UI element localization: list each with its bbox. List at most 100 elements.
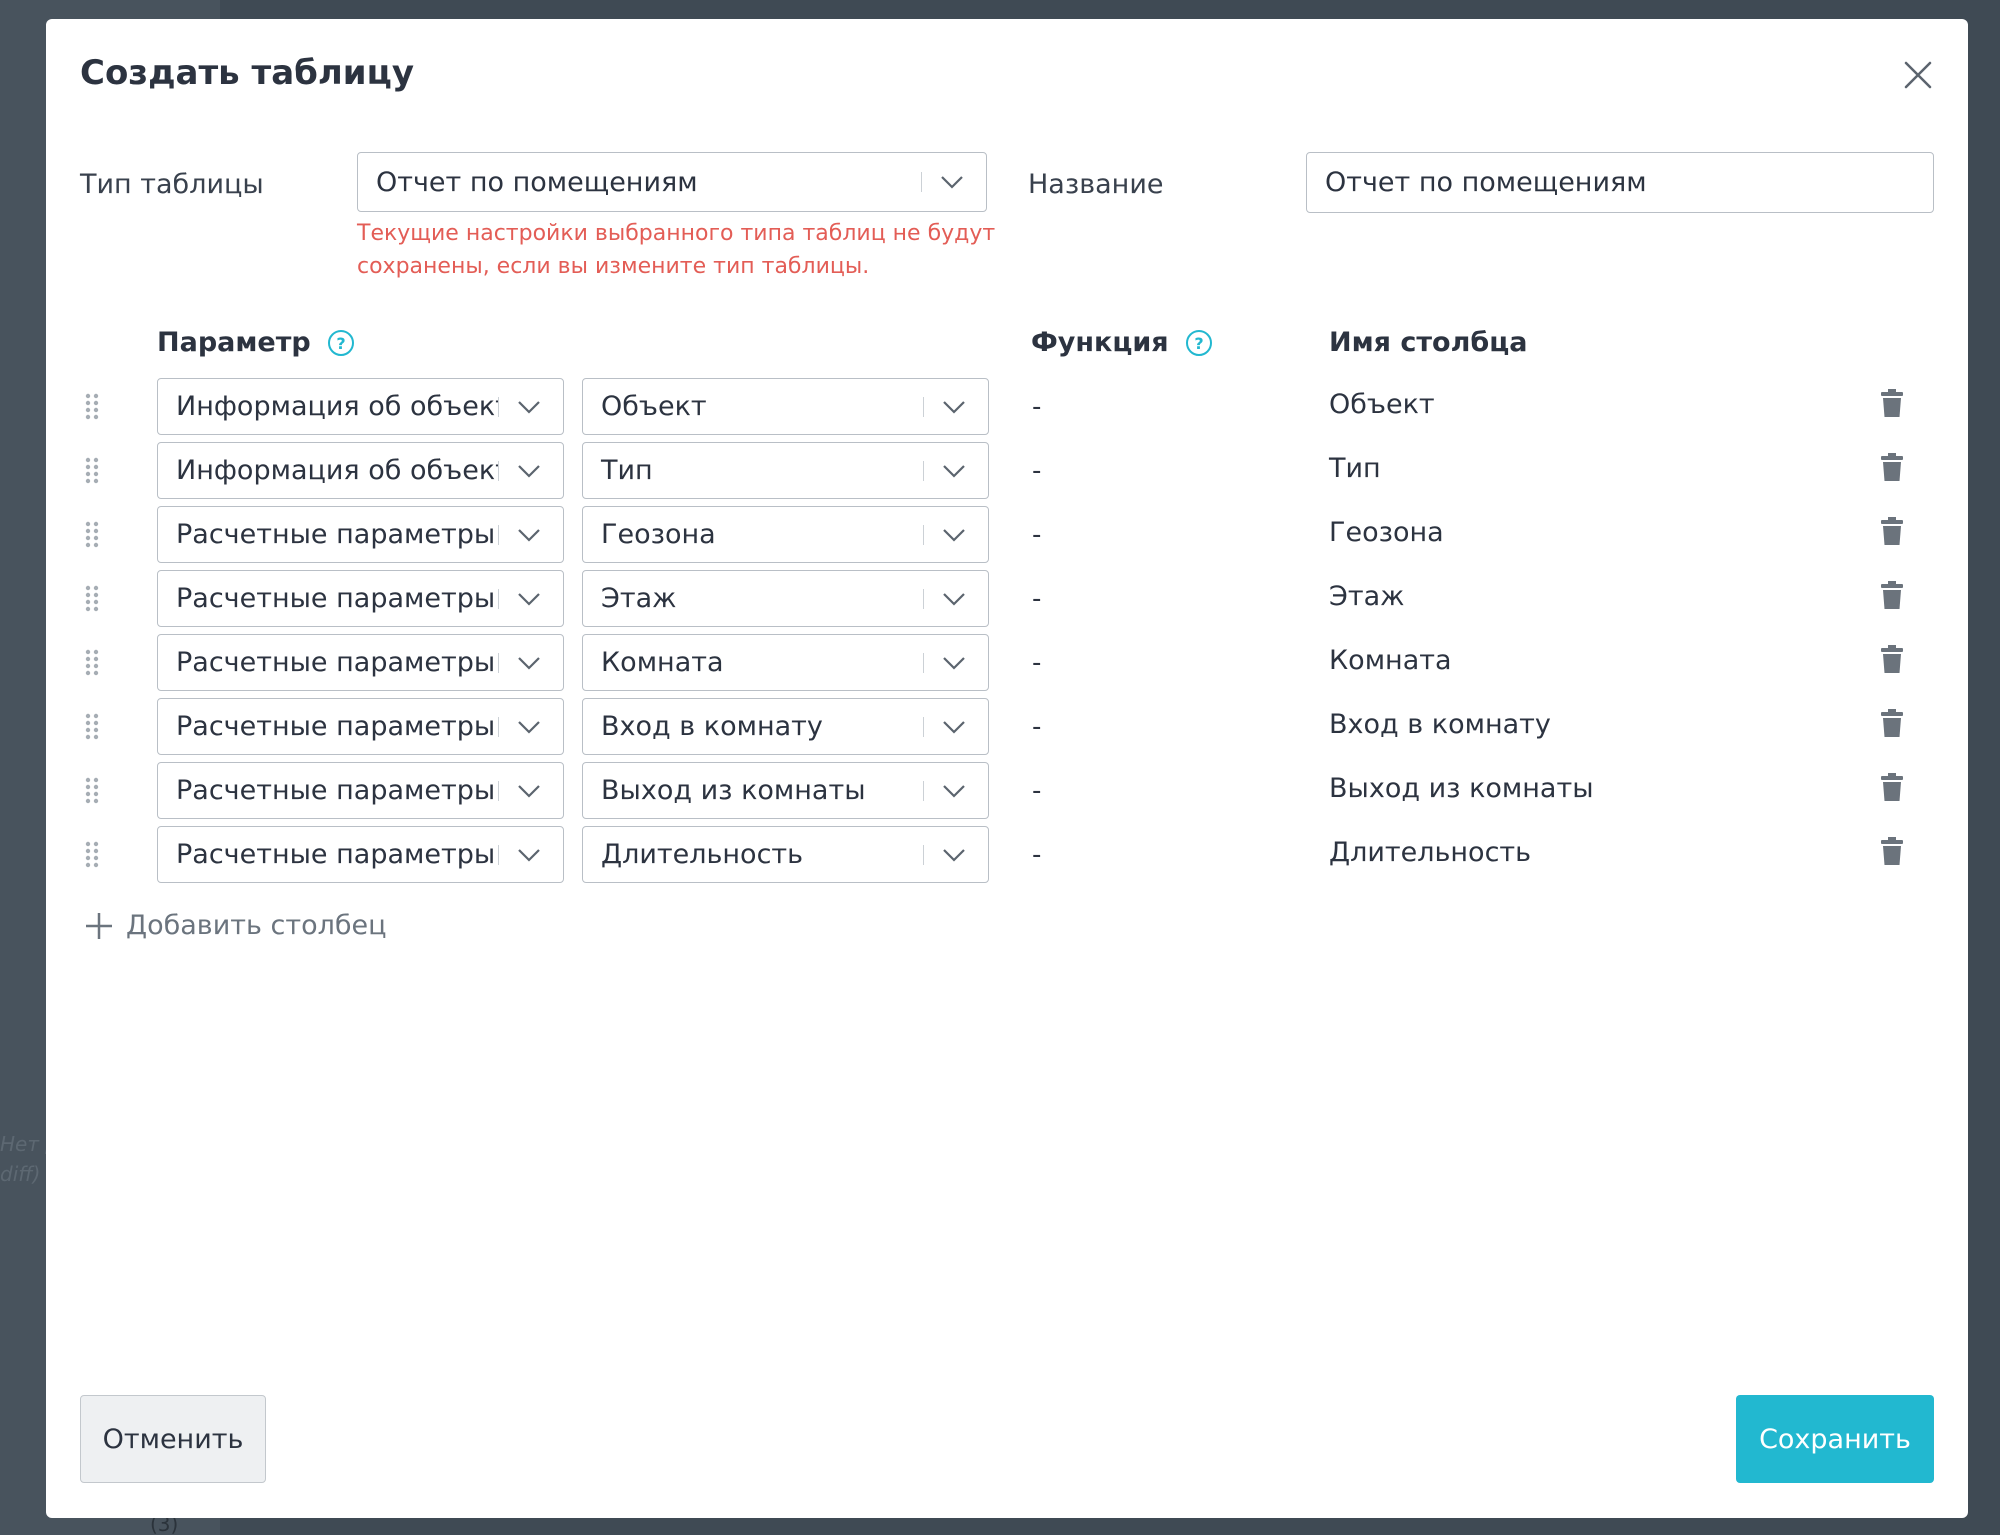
chevron-down-icon <box>943 656 965 670</box>
svg-text:?: ? <box>336 334 345 353</box>
trash-icon[interactable] <box>1880 388 1904 418</box>
table-type-value: Отчет по помещениям <box>376 166 698 198</box>
add-column-label: Добавить столбец <box>126 910 387 941</box>
function-value: - <box>1032 840 1042 870</box>
select-separator <box>923 716 924 737</box>
parameter-value: Длительность <box>601 839 804 870</box>
select-separator <box>923 524 924 545</box>
drag-handle-icon[interactable] <box>84 648 100 676</box>
select-separator <box>498 396 499 417</box>
parameter-group-select[interactable]: Расчетные параметры <box>157 506 564 563</box>
chevron-down-icon <box>943 528 965 542</box>
column-name-value: Длительность <box>1329 837 1532 868</box>
trash-icon[interactable] <box>1880 772 1904 802</box>
parameter-group-value: Информация об объект <box>176 455 498 486</box>
column-name-value: Геозона <box>1329 517 1444 548</box>
parameter-value: Комната <box>601 647 724 678</box>
drag-handle-icon[interactable] <box>84 392 100 420</box>
chevron-down-icon <box>943 784 965 798</box>
parameter-group-value: Расчетные параметры <box>176 519 496 550</box>
help-icon[interactable]: ? <box>327 329 355 357</box>
column-name-value: Этаж <box>1329 581 1405 612</box>
table-type-label: Тип таблицы <box>80 169 264 200</box>
column-name-value: Комната <box>1329 645 1452 676</box>
trash-icon[interactable] <box>1880 580 1904 610</box>
trash-icon[interactable] <box>1880 644 1904 674</box>
chevron-down-icon <box>941 176 963 189</box>
parameter-select[interactable]: Тип <box>582 442 989 499</box>
chevron-down-icon <box>943 592 965 606</box>
select-separator <box>923 844 924 865</box>
svg-text:?: ? <box>1194 334 1203 353</box>
parameter-group-select[interactable]: Расчетные параметры <box>157 634 564 691</box>
chevron-down-icon <box>518 592 540 606</box>
parameter-group-select[interactable]: Информация об объект <box>157 378 564 435</box>
drag-handle-icon[interactable] <box>84 520 100 548</box>
function-header: Функция ? <box>1031 327 1213 358</box>
parameter-group-value: Расчетные параметры <box>176 583 496 614</box>
select-separator <box>498 460 499 481</box>
cancel-button[interactable]: Отменить <box>80 1395 266 1483</box>
drag-handle-icon[interactable] <box>84 840 100 868</box>
column-name-value: Выход из комнаты <box>1329 773 1594 804</box>
parameter-header-label: Параметр <box>157 327 311 358</box>
parameter-group-value: Расчетные параметры <box>176 775 496 806</box>
parameter-select[interactable]: Выход из комнаты <box>582 762 989 819</box>
parameter-select[interactable]: Вход в комнату <box>582 698 989 755</box>
drag-handle-icon[interactable] <box>84 456 100 484</box>
save-button[interactable]: Сохранить <box>1736 1395 1934 1483</box>
parameter-value: Этаж <box>601 583 677 614</box>
select-separator <box>498 716 499 737</box>
parameter-select[interactable]: Длительность <box>582 826 989 883</box>
table-row: Расчетные параметры Выход из комнаты - Выхо… <box>46 762 1968 819</box>
parameter-group-select[interactable]: Расчетные параметры <box>157 826 564 883</box>
table-row: Информация об объект Объект - Объект <box>46 378 1968 435</box>
parameter-group-select[interactable]: Расчетные параметры <box>157 698 564 755</box>
drag-handle-icon[interactable] <box>84 584 100 612</box>
table-row: Расчетные параметры Комната - Комната <box>46 634 1968 691</box>
trash-icon[interactable] <box>1880 452 1904 482</box>
trash-icon[interactable] <box>1880 516 1904 546</box>
trash-icon[interactable] <box>1880 836 1904 866</box>
parameter-group-select[interactable]: Расчетные параметры <box>157 570 564 627</box>
function-value: - <box>1032 712 1042 742</box>
chevron-down-icon <box>943 848 965 862</box>
parameter-value: Тип <box>601 455 653 486</box>
parameter-group-select[interactable]: Расчетные параметры <box>157 762 564 819</box>
parameter-header: Параметр ? <box>157 327 355 358</box>
table-name-input[interactable] <box>1306 152 1934 213</box>
parameter-select[interactable]: Геозона <box>582 506 989 563</box>
chevron-down-icon <box>943 720 965 734</box>
table-row: Расчетные параметры Этаж - Этаж <box>46 570 1968 627</box>
function-value: - <box>1032 776 1042 806</box>
parameter-value: Вход в комнату <box>601 711 823 742</box>
trash-icon[interactable] <box>1880 708 1904 738</box>
parameter-select[interactable]: Этаж <box>582 570 989 627</box>
select-separator <box>498 780 499 801</box>
parameter-select[interactable]: Объект <box>582 378 989 435</box>
drag-handle-icon[interactable] <box>84 776 100 804</box>
plus-icon <box>86 912 112 939</box>
close-button[interactable] <box>1898 55 1938 95</box>
table-row: Расчетные параметры Длительность - Длительн… <box>46 826 1968 883</box>
column-name-value: Вход в комнату <box>1329 709 1551 740</box>
add-column-button[interactable]: Добавить столбец <box>84 910 386 941</box>
parameter-group-select[interactable]: Информация об объект <box>157 442 564 499</box>
column-name-header: Имя столбца <box>1329 327 1528 358</box>
parameter-group-value: Расчетные параметры <box>176 647 496 678</box>
select-separator <box>498 588 499 609</box>
help-icon[interactable]: ? <box>1185 329 1213 357</box>
table-type-select[interactable]: Отчет по помещениям <box>357 152 987 212</box>
chevron-down-icon <box>518 848 540 862</box>
chevron-down-icon <box>518 656 540 670</box>
create-table-dialog: Создать таблицу Тип таблицы Отчет по пом… <box>46 19 1968 1518</box>
chevron-down-icon <box>943 400 965 414</box>
parameter-group-value: Расчетные параметры <box>176 839 496 870</box>
drag-handle-icon[interactable] <box>84 712 100 740</box>
select-separator <box>923 588 924 609</box>
select-separator <box>923 460 924 481</box>
column-name-value: Тип <box>1329 453 1381 484</box>
parameter-select[interactable]: Комната <box>582 634 989 691</box>
select-separator <box>498 524 499 545</box>
table-row: Расчетные параметры Вход в комнату - Вход в… <box>46 698 1968 755</box>
